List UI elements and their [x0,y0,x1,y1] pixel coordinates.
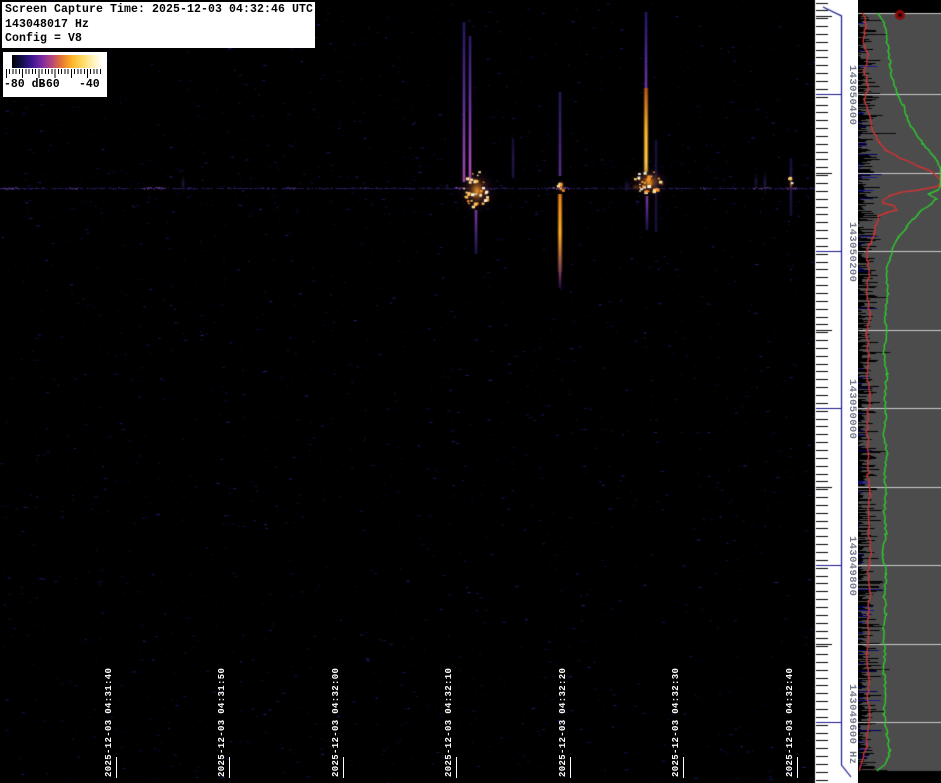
freq-axis-label: 143050000 [846,379,858,439]
freq-axis-label: 143050200 [846,222,858,282]
colorbar-label-max: -40 [79,78,100,91]
time-axis-tick [797,757,798,778]
capture-info-panel: Screen Capture Time: 2025-12-03 04:32:46… [2,2,315,48]
freq-axis-label: 143049800 [846,536,858,596]
freq-axis-label: 143050400 [846,65,858,125]
time-axis-label: 2025-12-03 04:32:00 [330,668,343,777]
time-axis-tick [570,757,571,778]
time-axis-tick [456,757,457,778]
time-axis-tick [229,757,230,778]
colorbar-ruler [6,69,103,78]
colorbar-label-mid: -60 [39,78,60,91]
time-axis-tick [343,757,344,778]
config-text: Config = V8 [5,32,315,47]
spectrogram-app-window: Screen Capture Time: 2025-12-03 04:32:46… [0,0,941,783]
time-axis-label: 2025-12-03 04:32:40 [784,668,797,777]
time-axis-label: 2025-12-03 04:32:20 [557,668,570,777]
freq-axis-label: 143049600 Hz [846,684,858,764]
time-axis-tick [683,757,684,778]
colorbar-gradient [12,55,102,68]
frequency-text: 143048017 Hz [5,18,315,33]
time-axis-label: 2025-12-03 04:31:40 [103,668,116,777]
time-axis-tick [116,757,117,778]
intensity-colorbar: -80 dB -60 -40 [3,52,107,97]
time-axis-label: 2025-12-03 04:31:50 [216,668,229,777]
time-axis-label: 2025-12-03 04:32:30 [670,668,683,777]
capture-time-text: Screen Capture Time: 2025-12-03 04:32:46… [5,3,315,18]
waterfall-display [0,0,858,783]
time-axis-label: 2025-12-03 04:32:10 [443,668,456,777]
spectrum-side-panel [858,0,941,783]
